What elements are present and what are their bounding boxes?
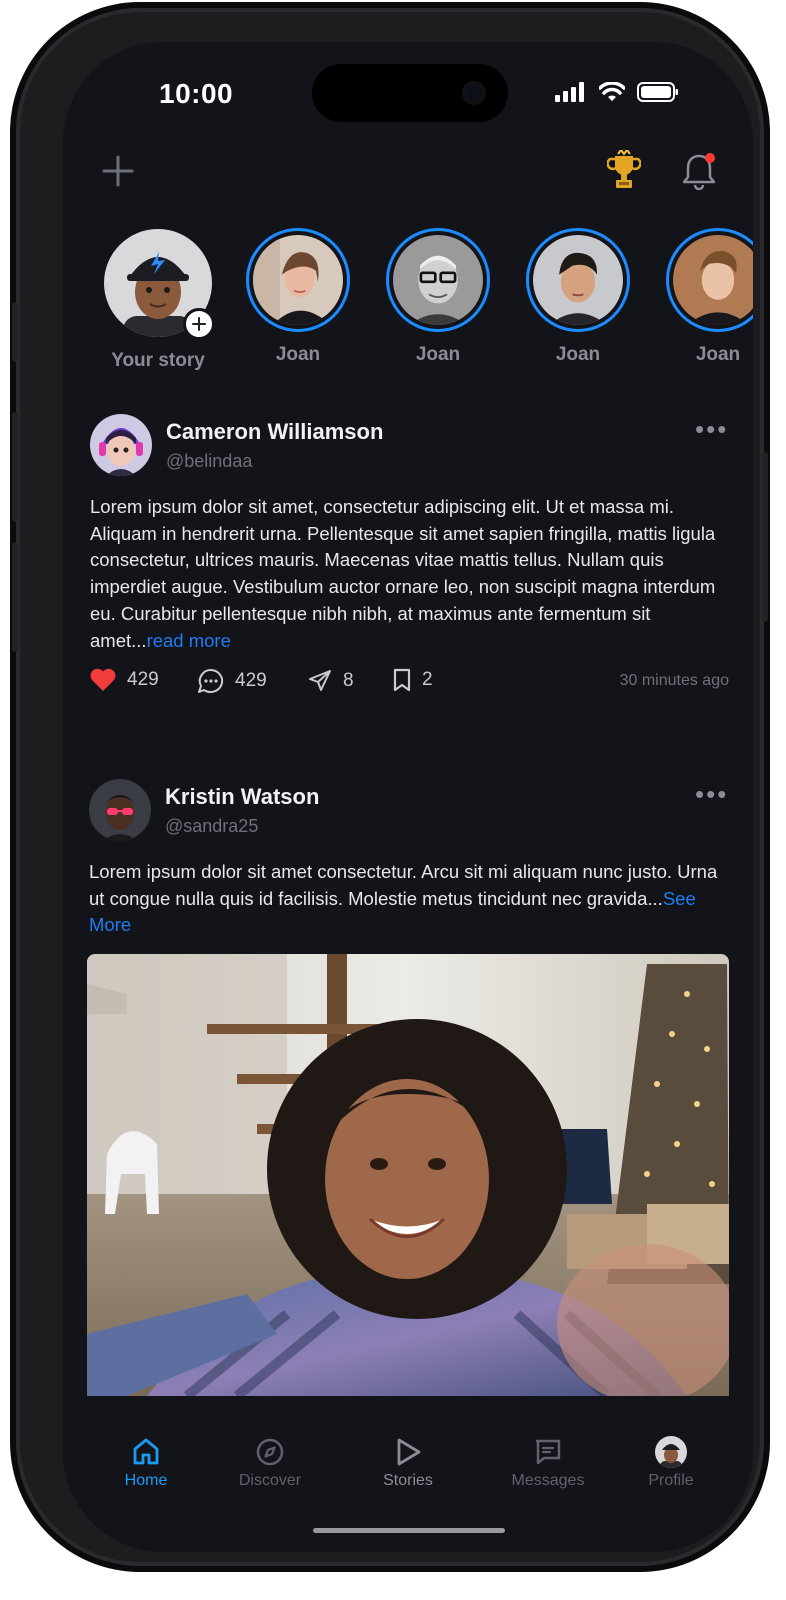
story-label: Joan [555,344,601,365]
play-icon [397,1438,421,1466]
wifi-icon [599,82,625,101]
home-icon [133,1438,159,1465]
story-ring [386,228,490,332]
story-ring [526,228,630,332]
story-label: Joan [695,344,741,365]
story-item[interactable]: Joan [378,228,498,366]
volume-down-button [12,542,18,652]
avatar[interactable] [90,414,152,476]
tab-home[interactable]: Home [91,1434,201,1490]
avatar [533,235,623,325]
share-count: 8 [343,670,354,691]
comment-button[interactable]: 429 [197,668,267,694]
dynamic-island [312,64,508,122]
send-icon [309,670,331,691]
trophy-icon[interactable] [607,150,641,190]
stories-row: Your story Joan Joan Joan Joan [89,228,753,378]
comment-count: 429 [235,670,267,691]
compass-icon [256,1438,284,1466]
signal-icon [555,82,584,102]
post-body: Lorem ipsum dolor sit amet consectetur. … [89,861,718,909]
battery-icon [637,82,678,102]
tab-label: Messages [511,1472,585,1489]
your-story-avatar [103,228,215,340]
tab-label: Stories [383,1472,433,1489]
story-item[interactable]: Joan [518,228,638,366]
status-icons [555,82,679,102]
author-name[interactable]: Cameron Williamson [166,419,383,445]
author-handle: @sandra25 [165,815,259,836]
story-your-story[interactable]: Your story [98,228,218,372]
post-header: Cameron Williamson @belindaa [90,414,383,476]
plus-icon [192,317,206,331]
story-ring [666,228,753,332]
comment-icon [198,668,224,693]
post-photo[interactable] [87,954,729,1396]
avatar [673,235,753,325]
post-actions: 429 429 8 2 30 minutes ago [89,668,729,698]
bell-icon[interactable] [681,152,717,190]
plus-icon[interactable] [101,154,135,188]
like-button[interactable]: 429 [89,668,159,692]
save-button[interactable]: 2 [392,668,433,692]
story-ring [246,228,350,332]
tab-discover[interactable]: Discover [215,1434,325,1490]
avatar [393,235,483,325]
story-item[interactable]: Joan [658,228,753,366]
avatar [655,1436,687,1468]
power-button [762,452,768,622]
mute-switch [12,302,18,362]
bookmark-icon [393,668,411,692]
status-time: 10:00 [159,78,234,109]
story-item[interactable]: Joan [238,228,358,366]
post-header: Kristin Watson @sandra25 [89,779,319,841]
volume-up-button [12,412,18,522]
more-options-icon[interactable]: ••• [695,414,728,445]
tab-stories[interactable]: Stories [353,1434,463,1490]
tab-messages[interactable]: Messages [493,1434,603,1490]
message-icon [535,1439,561,1465]
story-label: Your story [111,350,205,371]
heart-icon [90,668,116,691]
like-count: 429 [127,669,159,690]
tab-profile[interactable]: Profile [616,1434,726,1490]
read-more-link[interactable]: read more [147,630,231,651]
post-body: Lorem ipsum dolor sit amet, consectetur … [90,496,716,651]
notification-dot [705,153,715,163]
story-label: Joan [275,344,321,365]
post-timestamp: 30 minutes ago [619,672,729,689]
post-text: Lorem ipsum dolor sit amet consectetur. … [89,859,729,939]
add-story-badge[interactable] [183,308,215,340]
tab-label: Profile [648,1472,694,1489]
author-name[interactable]: Kristin Watson [165,784,319,810]
author-handle: @belindaa [166,450,253,471]
save-count: 2 [422,669,433,690]
phone-frame: 10:00 Your story Joan Joan Joan Joan Cam… [12,12,768,1562]
app-screen: 10:00 Your story Joan Joan Joan Joan Cam… [63,42,753,1552]
share-button[interactable]: 8 [307,668,354,694]
story-label: Joan [415,344,461,365]
post-text: Lorem ipsum dolor sit amet, consectetur … [90,494,730,654]
home-indicator[interactable] [313,1528,505,1533]
avatar[interactable] [89,779,151,841]
tab-label: Discover [238,1472,302,1489]
more-options-icon[interactable]: ••• [695,779,728,810]
tab-label: Home [124,1472,168,1489]
avatar [253,235,343,325]
